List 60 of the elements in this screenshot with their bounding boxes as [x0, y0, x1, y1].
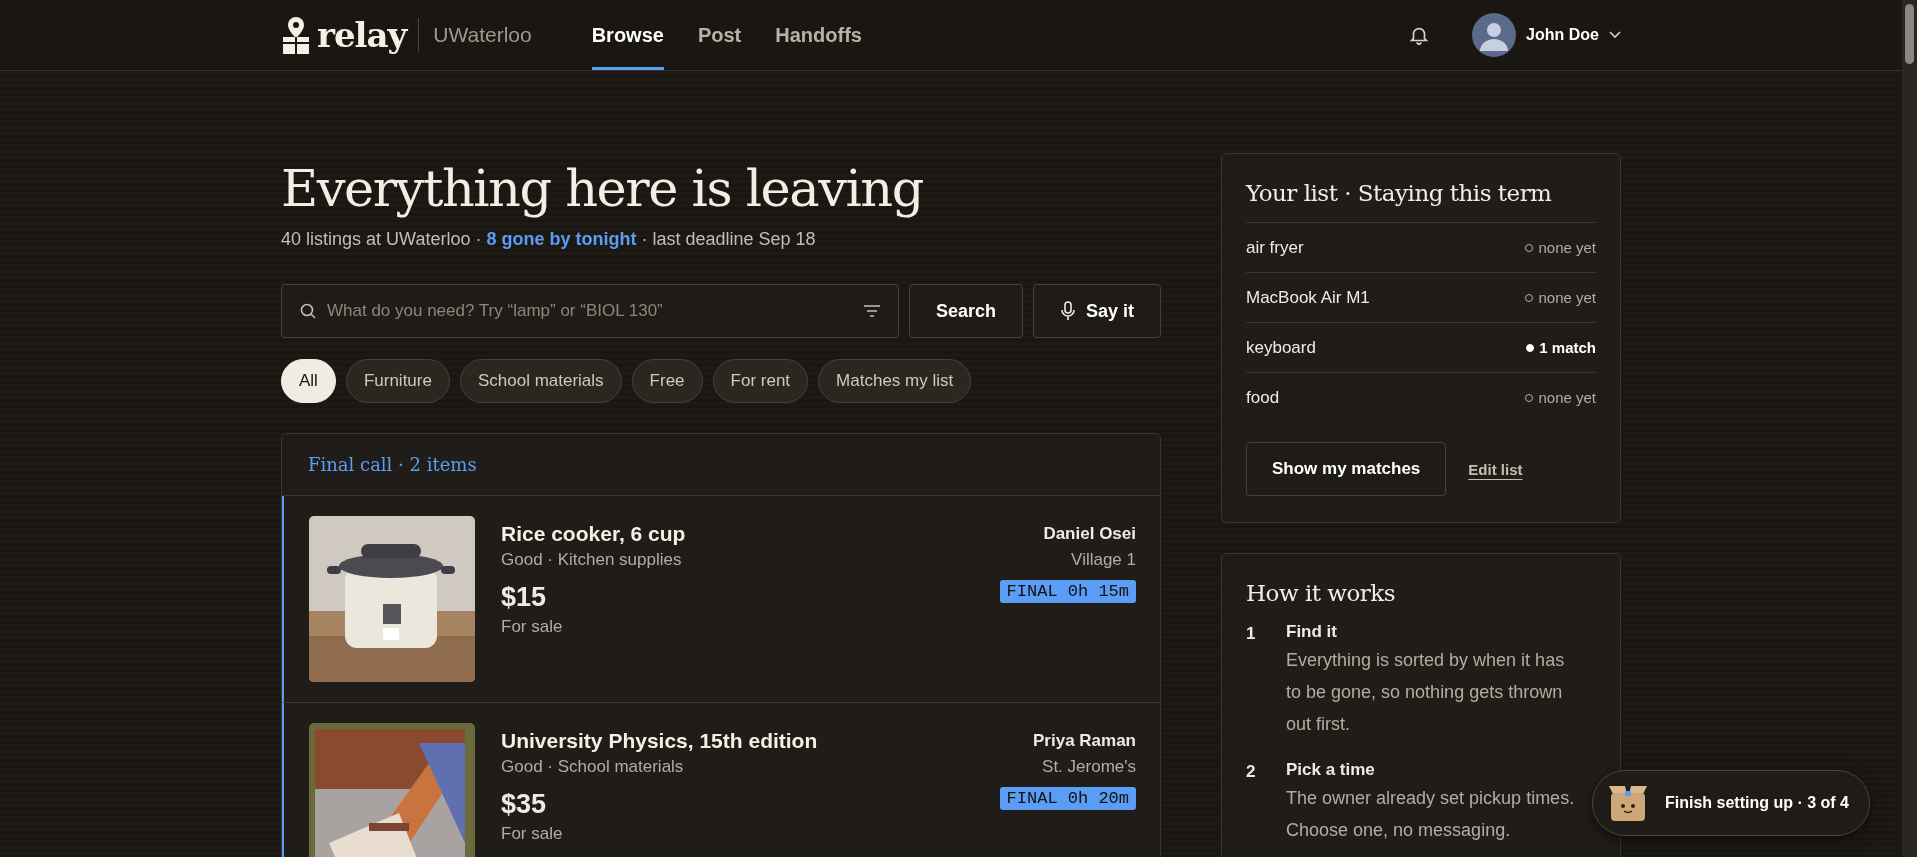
step-number: 2: [1246, 761, 1257, 783]
wishlist-item: keyboard: [1246, 337, 1316, 358]
brand-name[interactable]: relay: [317, 15, 407, 55]
chevron-icon: [1609, 31, 1621, 39]
match-status: none yet: [1538, 289, 1596, 306]
tonight-link[interactable]: 8 gone by tonight: [486, 229, 637, 249]
wishlist-item: food: [1246, 387, 1280, 408]
seller-location: Village 1: [1071, 550, 1136, 570]
card-title: Your list · Staying this term: [1246, 180, 1553, 206]
step-title: Pick a time: [1286, 760, 1376, 780]
edit-list-link[interactable]: Edit list: [1468, 460, 1523, 478]
scrollbar[interactable]: [1902, 0, 1917, 857]
filter-chip[interactable]: School materials: [459, 359, 622, 403]
campus-name: UWaterloo: [418, 18, 532, 52]
microphone-icon: [1059, 301, 1076, 321]
page-title: Everything here is leaving: [281, 158, 924, 220]
filter-chip[interactable]: All: [281, 359, 336, 403]
card-title: How it works: [1246, 580, 1397, 606]
step-description: Everything is sorted by when it has to be gone, so nothing gets thrown out first.: [1286, 649, 1566, 736]
setup-progress-button[interactable]: Finish setting up · 3 of 4: [1592, 770, 1870, 836]
section-title: Final call · 2 items: [308, 454, 477, 475]
show-matches-button[interactable]: Show my matches: [1246, 442, 1447, 496]
wishlist-item: MacBook Air M1: [1246, 287, 1370, 308]
listing-title: University Physics, 15th edition: [501, 729, 819, 753]
listing-type: For sale: [501, 824, 564, 844]
listing-meta: Good · School materials: [501, 757, 685, 777]
listing-type: For sale: [501, 617, 564, 637]
listing-title: Rice cooker, 6 cup: [501, 522, 687, 546]
seller-location: St. Jerome's: [1042, 757, 1136, 777]
step-number: 1: [1246, 623, 1257, 645]
search-field[interactable]: What do you need? Try “lamp” or “BIOL 130”: [281, 284, 899, 338]
filter-chip[interactable]: For rent: [712, 359, 809, 403]
match-status: none yet: [1538, 389, 1596, 406]
search-button[interactable]: Search: [908, 284, 1023, 338]
nav-tab[interactable]: Browse: [591, 0, 664, 70]
step-description: The owner already set pickup times. Choose one, no messaging.: [1286, 787, 1576, 842]
match-status: none yet: [1538, 239, 1596, 256]
listing-meta: Good · Kitchen supplies: [501, 550, 683, 570]
deadline-badge: FINAL 0h 15m: [999, 580, 1136, 603]
match-status: 1 match: [1539, 339, 1596, 356]
wishlist-item: air fryer: [1246, 237, 1304, 258]
deadline-badge: FINAL 0h 20m: [999, 787, 1136, 810]
listing-row[interactable]: Rice cooker, 6 cup Good · Kitchen supplies $15 For sale Daniel Osei Village 1 FINAL 0h 15m: [282, 496, 1160, 703]
voice-button[interactable]: Say it: [1032, 284, 1161, 338]
filter-chip[interactable]: Free: [631, 359, 703, 403]
nav-tab[interactable]: Post: [697, 0, 742, 70]
user-menu[interactable]: John Doe: [1472, 13, 1621, 57]
step-title: Find it: [1286, 622, 1338, 642]
nav-tab[interactable]: Handoffs: [775, 0, 862, 70]
avatar-icon: [1472, 13, 1517, 57]
listing-summary: 40 listings at UWaterloo · 8 gone by tonight · last deadline Sep 18: [281, 229, 817, 250]
filter-chip[interactable]: Furniture: [345, 359, 450, 403]
listing-row[interactable]: University Physics, 15th edition Good · School materials $35 For sale Priya Raman St. Jerome's FINAL 0h 20m: [282, 703, 1160, 857]
logo-icon: [281, 15, 311, 55]
listing-price: $15: [501, 582, 548, 613]
seller-name: Priya Raman: [1033, 731, 1136, 751]
listing-price: $35: [501, 789, 548, 820]
filter-chip[interactable]: Matches my list: [818, 359, 972, 403]
filter-icon[interactable]: [862, 304, 881, 318]
seller-name: Daniel Osei: [1043, 524, 1136, 544]
